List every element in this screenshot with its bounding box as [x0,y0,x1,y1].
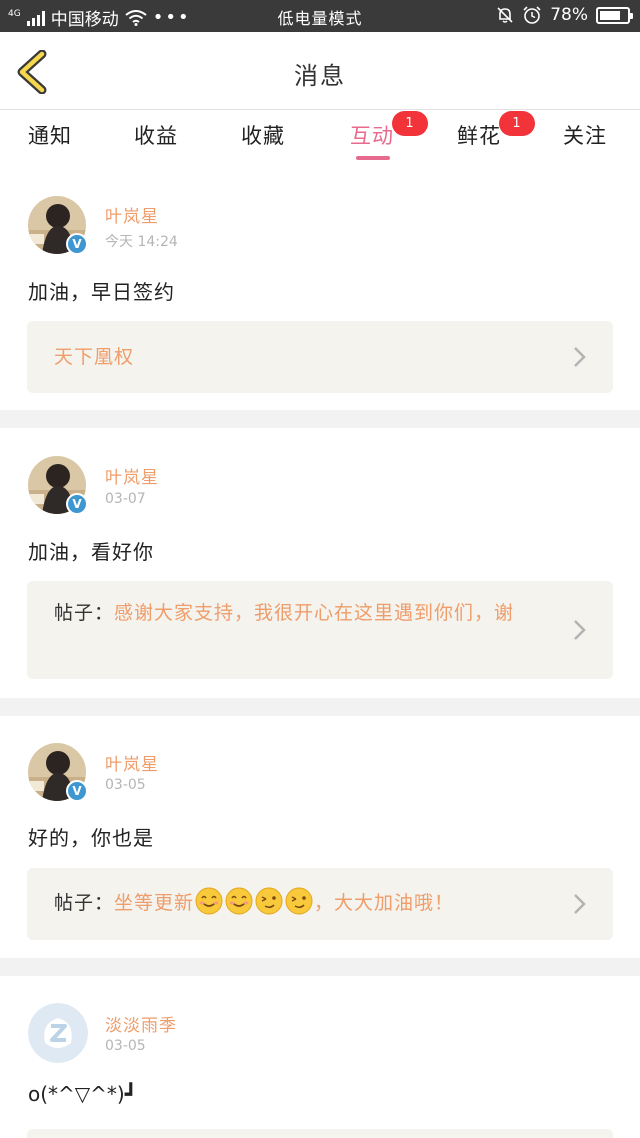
signal-icon [26,10,45,26]
status-bar: 4G 中国移动 ••• 低电量模式 78% [0,0,640,32]
chevron-right-icon [574,347,586,367]
reference-text: 感谢大家支持，我很开心在这里遇到你们，谢 [114,602,515,624]
tab-label: 通知 [28,124,72,148]
message-text: o(*^▽^*)┛ [28,1082,137,1106]
username[interactable]: 叶岚星 [105,750,159,775]
message-text: 加油，看好你 [28,540,154,564]
verified-icon: V [66,780,88,802]
message-card: V 叶岚星 03-05 好的，你也是 帖子：坐等更新 ，大大加油哦！ [0,716,640,958]
nav-header: 消息 [0,32,640,110]
wink-emoji-icon [285,887,313,915]
tab-favorites[interactable]: 收藏 [241,120,285,150]
default-avatar[interactable] [28,1003,88,1063]
tab-label: 互动 [350,124,394,148]
tab-earnings[interactable]: 收益 [134,120,178,150]
timestamp: 03-07 [105,491,146,507]
wifi-icon [125,9,147,26]
tab-label: 鲜花 [457,124,501,148]
message-card: 淡淡雨季 03-05 o(*^▽^*)┛ [0,976,640,1138]
verified-icon: V [66,233,88,255]
timestamp: 03-05 [105,777,146,793]
timestamp: 今天 14:24 [105,234,178,250]
mute-bell-icon [497,7,513,23]
unread-badge: 1 [499,111,535,136]
reference-link[interactable]: 天下凰权 [27,321,613,393]
alarm-icon [523,6,541,24]
username[interactable]: 淡淡雨季 [105,1011,177,1036]
reference-text: 天下凰权 [54,346,135,368]
verified-icon: V [66,493,88,515]
message-text: 加油，早日签约 [28,280,175,304]
divider [0,698,640,716]
unread-badge: 1 [392,111,428,136]
tab-label: 关注 [563,124,607,148]
reference-text-tail: ，大大加油哦！ [314,892,455,914]
smile-emoji-icon [225,887,253,915]
timestamp: 03-05 [105,1038,146,1054]
more-dots: ••• [152,7,191,28]
tab-notice[interactable]: 通知 [28,120,72,150]
message-card: V 叶岚星 03-07 加油，看好你 帖子：感谢大家支持，我很开心在这里遇到你们… [0,428,640,698]
active-tab-indicator [356,156,390,160]
chevron-right-icon [574,620,586,640]
battery-icon [596,6,633,24]
reference-link[interactable] [27,1129,613,1138]
reference-link[interactable]: 帖子：坐等更新 ，大大加油哦！ [27,868,613,940]
tab-interaction[interactable]: 互动 1 [350,111,428,150]
username[interactable]: 叶岚星 [105,463,159,488]
username[interactable]: 叶岚星 [105,202,159,227]
carrier-name: 中国移动 [50,10,119,30]
tab-following[interactable]: 关注 [563,120,607,150]
chevron-right-icon [574,894,586,914]
network-type: 4G [8,8,21,19]
reference-label: 帖子： [54,892,115,914]
wink-emoji-icon [255,887,283,915]
message-text: 好的，你也是 [28,826,154,850]
reference-link[interactable]: 帖子：感谢大家支持，我很开心在这里遇到你们，谢 [27,581,613,679]
tab-label: 收益 [134,124,178,148]
divider [0,410,640,428]
smile-emoji-icon [195,887,223,915]
message-card: V 叶岚星 今天 14:24 加油，早日签约 天下凰权 [0,164,640,410]
tab-bar: 通知 收益 收藏 互动 1 鲜花 1 关注 [0,110,640,164]
tab-flowers[interactable]: 鲜花 1 [457,111,535,150]
battery-percent: 78% [550,5,588,25]
page-title: 消息 [294,62,346,90]
divider [0,958,640,976]
reference-label: 帖子： [54,602,115,624]
tab-label: 收藏 [241,124,285,148]
reference-text: 坐等更新 [114,892,195,914]
